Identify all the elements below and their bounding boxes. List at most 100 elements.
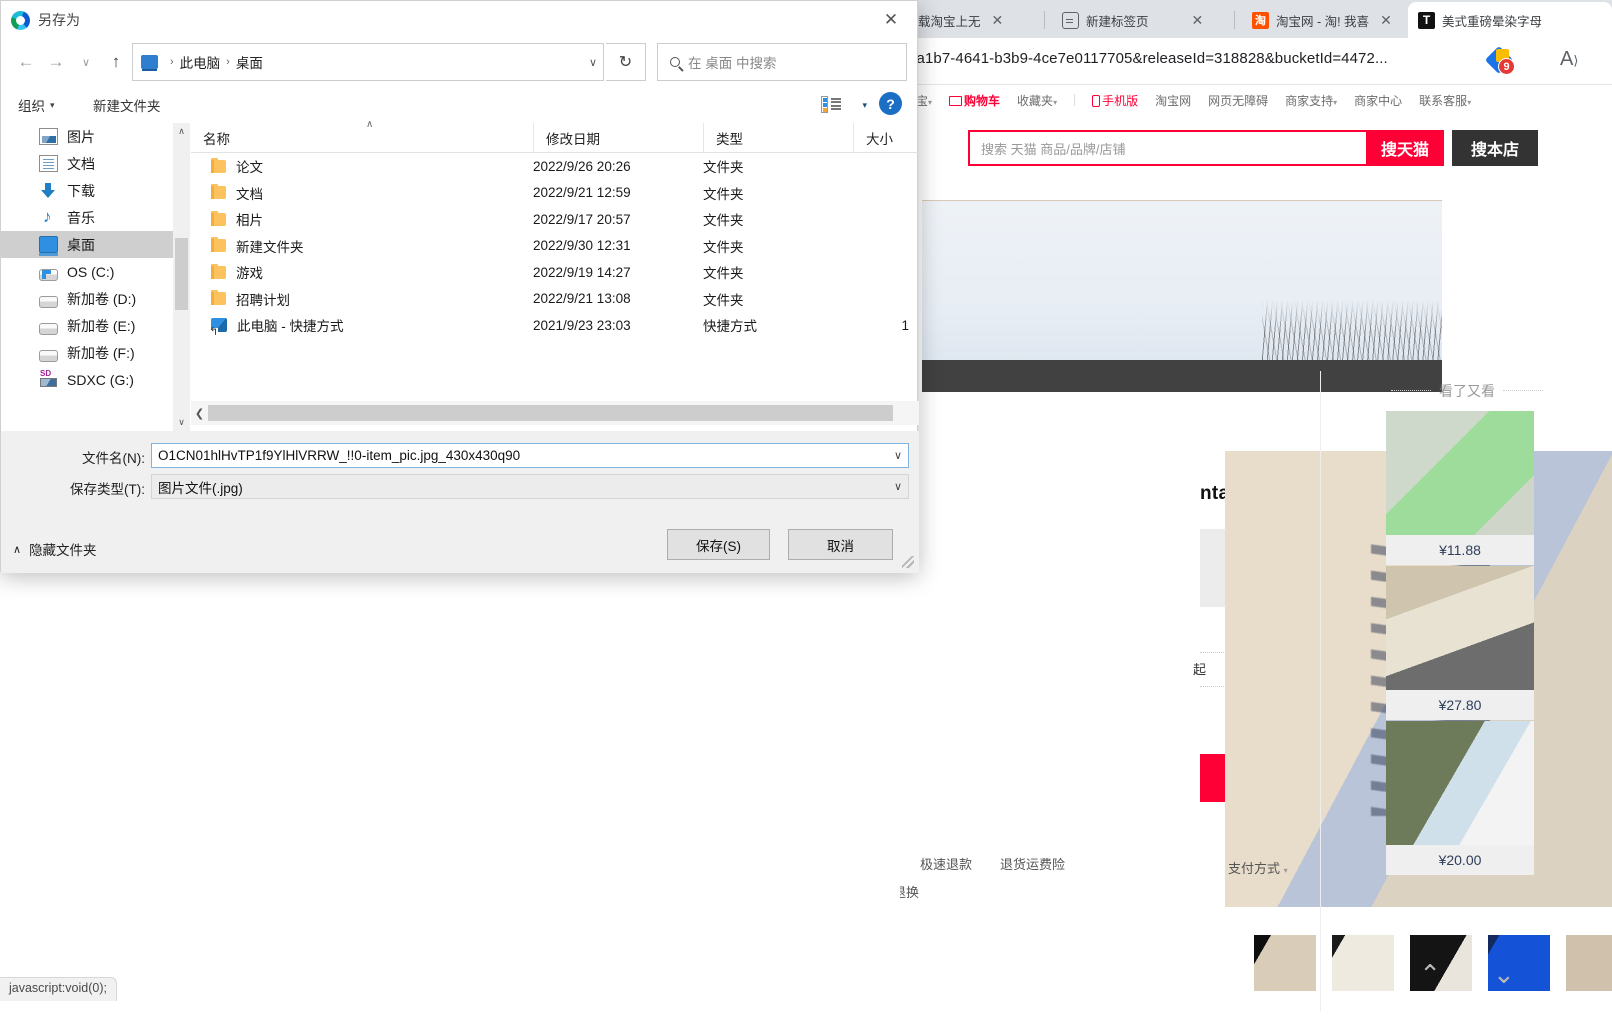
save-button[interactable]: 保存(S) [667,529,770,560]
table-row[interactable]: 此电脑 - 快捷方式 2021/9/23 23:03 快捷方式 1 [191,312,919,339]
folder-icon [211,290,226,306]
recommend-card-3[interactable]: ¥20.00 [1386,721,1534,875]
cancel-button[interactable]: 取消 [788,529,893,560]
browser-tab-0[interactable]: 载淘宝上无 ✕ [908,2,1048,38]
chevron-down-icon[interactable]: ∨ [894,480,902,493]
nav-item-cart[interactable]: 购物车 [949,92,1000,109]
tree-item-sdxc-g[interactable]: SDXC (G:) [1,366,173,393]
nav-item-mobile[interactable]: 手机版 [1092,92,1138,109]
filename-label: 文件名(N): [82,451,145,466]
tab-close-icon[interactable]: ✕ [1380,13,1392,27]
tree-item-documents[interactable]: 文档 [1,150,173,177]
scroll-up-icon[interactable]: ⌃ [1419,961,1441,987]
tree-item-os-c[interactable]: OS (C:) [1,258,173,285]
new-folder-button[interactable]: 新建文件夹 [93,95,161,115]
nav-item-contact-service[interactable]: 联系客服▾ [1419,92,1471,109]
tree-item-drive-d[interactable]: 新加卷 (D:) [1,285,173,312]
price-qi-label: 起 [1193,662,1207,677]
service-row-2: 七天无理由退换 [900,882,1320,901]
tree-item-downloads[interactable]: 下载 [1,177,173,204]
file-type-cell: 快捷方式 [703,319,757,335]
payment-method[interactable]: 支付方式 ▾ [1228,858,1288,877]
extension-icon[interactable]: 9 [1484,45,1515,75]
file-list-header: 名称 ∧ 修改日期 类型 大小 [191,119,919,153]
thumbnail-1[interactable] [1254,935,1316,991]
tab-close-icon[interactable]: ✕ [1192,13,1204,27]
tree-item-drive-e[interactable]: 新加卷 (E:) [1,312,173,339]
tree-scrollbar[interactable]: ∧ ∨ [173,123,190,431]
breadcrumb-item-1[interactable]: 桌面 [236,52,263,72]
file-name-cell: 论文 [191,156,533,176]
scroll-up-icon[interactable]: ∧ [173,123,190,140]
chevron-down-icon: ▾ [928,97,933,107]
forward-button[interactable]: → [41,47,71,77]
dialog-body: 图片 文档 下载 音乐 桌面 [1,119,919,431]
scrollbar-thumb[interactable] [175,238,188,310]
service-item-return-shipping[interactable]: 退货运费险 [1000,854,1065,873]
tree-item-music[interactable]: 音乐 [1,204,173,231]
nav-item-merchant-center[interactable]: 商家中心 [1354,92,1402,109]
desktop-icon [141,55,158,71]
hide-folders-toggle[interactable]: ∧ 隐藏文件夹 [13,539,97,559]
table-row[interactable]: 游戏 2022/9/19 14:27 文件夹 [191,259,919,286]
view-mode-icon[interactable] [821,96,841,113]
file-type-cell: 文件夹 [703,213,744,229]
taobao-topnav: 淘宝▾ 购物车 收藏夹▾ 手机版 淘宝网 网页无障碍 商家支持▾ 商家中心 联系… [900,86,1612,114]
nav-item-taobaowang[interactable]: 淘宝网 [1155,92,1191,109]
file-date-cell: 2022/9/21 13:08 [533,291,631,307]
service-item-7day-return[interactable]: 七天无理由退换 [900,882,919,901]
search-shop-button[interactable]: 搜本店 [1452,130,1538,166]
column-header-name[interactable]: 名称 ∧ [191,119,533,153]
recent-locations-button[interactable]: ∨ [71,47,101,77]
scroll-down-icon[interactable]: ⌄ [1493,961,1515,987]
view-mode-caret-icon[interactable]: ▾ [862,100,867,111]
nav-item-favorites[interactable]: 收藏夹▾ [1017,92,1057,109]
resize-grip[interactable] [902,556,914,568]
address-bar[interactable]: d-a1b7-4641-b3b9-4ce7e0117705&releaseId=… [903,50,1388,67]
filename-input[interactable]: O1CN01hlHvTP1f9YlHlVRRW_!!0-item_pic.jpg… [151,443,909,468]
address-breadcrumb-bar[interactable]: › 此电脑 › 桌面 ∨ [132,43,604,81]
column-header-type[interactable]: 类型 [703,123,853,153]
search-icon [670,57,680,67]
file-name-cell: 文档 [191,183,533,203]
browser-tab-2[interactable]: 淘 淘宝网 - 淘! 我喜 ✕ [1242,2,1402,38]
recommend-card-1[interactable]: ¥11.88 [1386,411,1534,565]
chevron-down-icon[interactable]: ∨ [589,56,597,69]
help-button[interactable]: ? [879,92,902,115]
read-aloud-icon[interactable]: A⟩ [1560,48,1578,71]
table-row[interactable]: 新建文件夹 2022/9/30 12:31 文件夹 [191,233,919,260]
scroll-down-icon[interactable]: ∨ [173,414,190,431]
filetype-select[interactable]: 图片文件(.jpg) ∨ [151,474,909,499]
table-row[interactable]: 招聘计划 2022/9/21 13:08 文件夹 [191,286,919,313]
breadcrumb-item-0[interactable]: 此电脑 [180,52,221,72]
taobao-page: 淘宝▾ 购物车 收藏夹▾ 手机版 淘宝网 网页无障碍 商家支持▾ 商家中心 联系… [900,86,1612,1017]
dialog-search-input[interactable]: 在 桌面 中搜索 [657,43,907,81]
service-item-fast-refund[interactable]: 极速退款 [920,854,972,873]
scroll-left-icon[interactable]: ❮ [191,407,208,420]
tab-close-icon[interactable]: ✕ [992,13,1004,27]
chevron-down-icon[interactable]: ∨ [894,449,902,462]
search-input[interactable]: 搜索 天猫 商品/品牌/店铺 [968,130,1366,166]
refresh-button[interactable]: ↻ [606,43,646,81]
nav-item-merchant-support[interactable]: 商家支持▾ [1285,92,1337,109]
tree-item-drive-f[interactable]: 新加卷 (F:) [1,339,173,366]
up-button[interactable]: ↑ [101,47,131,77]
recommend-card-2[interactable]: ¥27.80 [1386,566,1534,720]
table-row[interactable]: 论文 2022/9/26 20:26 文件夹 [191,153,919,180]
file-list-horizontal-scrollbar[interactable]: ❮ [191,401,919,425]
recommend-image-1 [1386,411,1534,535]
organize-button[interactable]: 组织 ▾ [18,95,55,115]
table-row[interactable]: 相片 2022/9/17 20:57 文件夹 [191,206,919,233]
scrollbar-thumb[interactable] [208,405,893,421]
column-header-size[interactable]: 大小 [853,123,919,153]
dialog-close-button[interactable]: ✕ [873,7,909,33]
tree-item-desktop[interactable]: 桌面 [1,231,173,258]
browser-tab-3[interactable]: T 美式重磅晕染字母 [1408,2,1612,38]
search-tmall-button[interactable]: 搜天猫 [1366,130,1444,166]
table-row[interactable]: 文档 2022/9/21 12:59 文件夹 [191,180,919,207]
nav-item-accessibility[interactable]: 网页无障碍 [1208,92,1268,109]
column-header-date[interactable]: 修改日期 [533,123,703,153]
back-button[interactable]: ← [11,47,41,77]
tree-item-pictures[interactable]: 图片 [1,123,173,150]
browser-tab-1[interactable]: 新建标签页 ✕ [1052,2,1230,38]
